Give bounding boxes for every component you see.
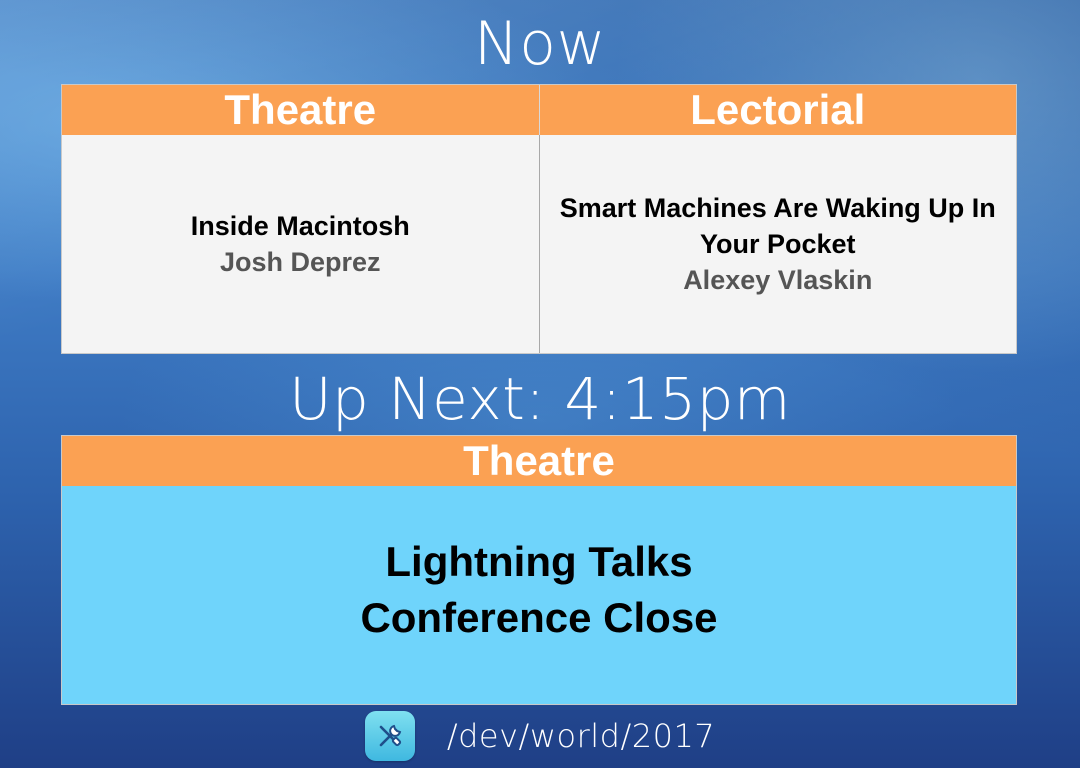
up-next-title-line: Conference Close (360, 594, 718, 641)
room-header-theatre: Theatre (463, 437, 615, 484)
room-header-lectorial: Lectorial (538, 85, 1017, 135)
up-next-title-line: Lightning Talks (385, 538, 693, 585)
now-heading: Now (473, 9, 607, 79)
session-card-lectorial: Smart Machines Are Waking Up In Your Poc… (538, 135, 1017, 353)
up-next-session: Lightning Talks Conference Close (62, 486, 1016, 704)
now-header-row: Theatre Lectorial (62, 85, 1016, 135)
room-header-theatre: Theatre (224, 86, 377, 133)
session-speaker: Alexey Vlaskin (683, 265, 873, 295)
session-speaker: Josh Deprez (219, 247, 381, 277)
up-next-panel: Theatre Lightning Talks Conference Close (61, 435, 1017, 705)
up-next-header-row: Theatre (62, 436, 1016, 486)
session-card-theatre: Inside Macintosh Josh Deprez (62, 135, 539, 353)
up-next-heading: Up Next: 4:15pm (289, 365, 791, 433)
footer: /dev/world/2017 (0, 708, 1080, 764)
now-schedule-panel: Theatre Lectorial Inside Macintosh Josh … (61, 84, 1017, 354)
session-title: Smart Machines Are Waking Up In Your Poc… (559, 193, 996, 259)
session-title: Inside Macintosh (190, 211, 410, 241)
conference-name: /dev/world/2017 (446, 717, 716, 755)
now-content-row: Inside Macintosh Josh Deprez Smart Machi… (62, 135, 1016, 353)
tools-icon (364, 711, 415, 761)
